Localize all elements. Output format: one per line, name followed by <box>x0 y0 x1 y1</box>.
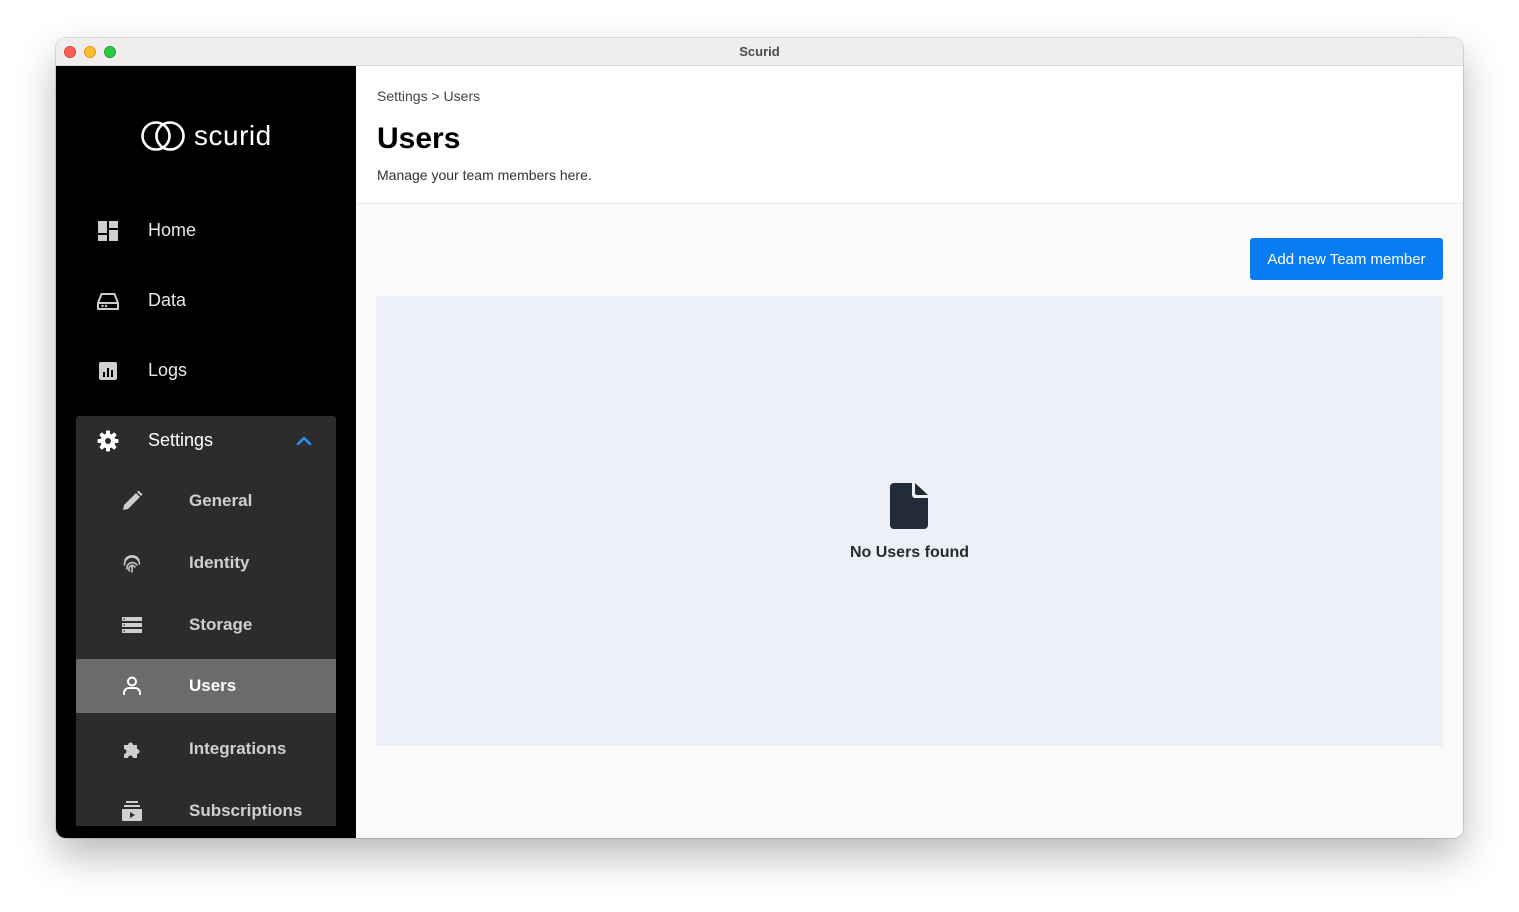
dashboard-icon <box>98 221 118 241</box>
window-title: Scurid <box>739 44 780 59</box>
sidebar-subitem-label: General <box>189 491 253 510</box>
logo-text: scurid <box>194 120 272 151</box>
chart-icon <box>99 362 117 380</box>
gear-icon <box>97 430 119 452</box>
sidebar-subitem-storage[interactable]: Storage <box>76 598 336 652</box>
main-content: Settings > Users Users Manage your team … <box>356 66 1463 838</box>
sidebar-item-label: Settings <box>148 430 214 450</box>
page-subtitle: Manage your team members here. <box>377 167 592 183</box>
puzzle-icon <box>124 742 140 758</box>
sidebar-subitem-users[interactable]: Users <box>76 659 336 713</box>
sidebar-subitem-label: Integrations <box>189 739 287 758</box>
fingerprint-icon <box>123 555 141 573</box>
logo[interactable]: scurid <box>140 118 272 154</box>
app-window: Scurid scurid Home Data Logs Settings Ge… <box>56 38 1463 838</box>
add-team-member-button[interactable]: Add new Team member <box>1250 238 1443 280</box>
chevron-up-icon[interactable] <box>294 431 314 451</box>
breadcrumb: Settings > Users <box>377 88 481 104</box>
settings-group: Settings General Identity Storage Users … <box>76 416 336 826</box>
empty-state-text: No Users found <box>849 544 970 561</box>
file-icon <box>890 483 928 529</box>
sidebar: scurid Home Data Logs Settings General I… <box>56 66 356 838</box>
logo-mark-icon <box>141 121 185 151</box>
sidebar-item-settings[interactable]: Settings <box>76 416 336 466</box>
sidebar-item-data[interactable]: Data <box>76 276 336 326</box>
sidebar-item-label: Data <box>148 290 187 310</box>
pencil-icon <box>123 490 143 510</box>
sidebar-item-label: Logs <box>148 360 188 380</box>
subscriptions-icon <box>122 801 142 821</box>
sidebar-subitem-general[interactable]: General <box>76 474 336 528</box>
title-bar: Scurid <box>56 38 1463 66</box>
sidebar-item-logs[interactable]: Logs <box>76 346 336 396</box>
sidebar-item-label: Home <box>148 220 197 240</box>
hard-drive-icon <box>97 293 119 310</box>
sidebar-subitem-label: Storage <box>189 615 253 634</box>
sidebar-subitem-identity[interactable]: Identity <box>76 536 336 590</box>
user-icon <box>123 676 141 695</box>
storage-icon <box>122 617 142 633</box>
page-title: Users <box>377 122 461 155</box>
sidebar-subitem-subscriptions[interactable]: Subscriptions <box>76 784 336 826</box>
sidebar-item-home[interactable]: Home <box>76 206 336 256</box>
sidebar-subitem-label: Users <box>189 676 237 695</box>
users-list-empty-state: No Users found <box>376 296 1443 746</box>
sidebar-subitem-label: Subscriptions <box>189 801 303 820</box>
sidebar-subitem-label: Identity <box>189 553 250 572</box>
page-header: Settings > Users Users Manage your team … <box>356 66 1463 204</box>
sidebar-subitem-integrations[interactable]: Integrations <box>76 722 336 776</box>
